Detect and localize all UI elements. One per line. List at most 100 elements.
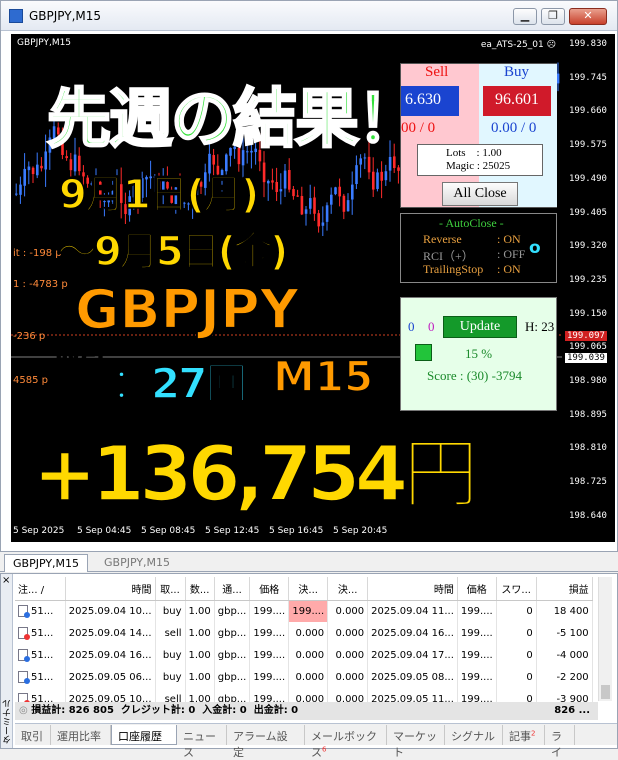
ticket-cell: 51... (15, 666, 66, 688)
score-panel: 0 0 Update H: 23 15 % Score : (30) -3794 (400, 297, 557, 411)
terminal-tab[interactable]: ライ (545, 725, 575, 759)
vertical-scrollbar[interactable] (598, 577, 612, 701)
cell-cprice: 199.... (457, 644, 497, 666)
cell-profit: 18 400 (536, 600, 593, 622)
price-tick: 199.745 (569, 72, 607, 83)
scroll-thumb[interactable] (601, 685, 610, 699)
cell-type: sell (155, 622, 186, 644)
candle-body (292, 189, 295, 197)
table-row[interactable]: 51... 2025.09.05 06... buy 1.00 gbp... 199...… (15, 666, 593, 688)
cell-swap: 0 (496, 666, 537, 688)
candle-body (342, 195, 346, 212)
col-ticket[interactable]: 注... / (15, 577, 66, 601)
time-axis[interactable]: 5 Sep 2025 5 Sep 04:45 5 Sep 08:45 5 Sep 12… (11, 522, 615, 542)
cell-swap: 0 (496, 622, 537, 644)
articles-badge: 2 (531, 729, 536, 738)
price-tick: 198.810 (569, 443, 607, 454)
candle-body (313, 197, 316, 214)
time-tick: 5 Sep 16:45 (269, 526, 324, 536)
ask-price-tag: 199.039 (565, 353, 607, 363)
cell-vol: 1.00 (185, 600, 215, 622)
trades-count-text: ：27回 (110, 358, 248, 409)
col-open-price[interactable]: 価格 (249, 577, 290, 601)
terminal-tab[interactable]: メールボックス6 (305, 725, 387, 759)
cell-time: 2025.09.04 14... (65, 622, 156, 644)
candle-body (325, 205, 329, 222)
restore-button[interactable]: ❐ (541, 8, 565, 25)
history-rows: 51... 2025.09.04 10... buy 1.00 gbp... 199...… (15, 600, 593, 710)
candle-body (304, 209, 308, 214)
candle-body (384, 171, 388, 181)
chart-tab-active[interactable]: GBPJPY,M15 (4, 554, 89, 572)
candle-body (372, 171, 375, 190)
cell-tp: 0.000 (327, 666, 369, 688)
cell-vol: 1.00 (185, 666, 215, 688)
buy-price-button[interactable]: 96.601 (483, 86, 551, 116)
close-window-button[interactable]: ✕ (569, 8, 607, 25)
candle-body (351, 184, 354, 200)
table-row[interactable]: 51... 2025.09.04 10... buy 1.00 gbp... 199...… (15, 600, 593, 622)
candle-body (271, 180, 274, 183)
col-close-time[interactable]: 時間 (367, 577, 458, 601)
history-header-row: 注... / 時間 取... 数... 通... 価格 決... 決... 時間… (15, 577, 593, 601)
autoclose-panel: - AutoClose - Reverse : ON RCI（+） : OFF … (400, 213, 557, 283)
candle-body (283, 170, 287, 189)
col-close-price[interactable]: 価格 (457, 577, 497, 601)
terminal-tab[interactable]: 取引 (15, 725, 51, 745)
col-volume[interactable]: 数... (185, 577, 215, 601)
table-row[interactable]: 51... 2025.09.04 14... sell 1.00 gbp... 199..… (15, 622, 593, 644)
buy-order-icon (18, 605, 30, 619)
price-axis[interactable]: 199.830 199.745 199.660 199.575 199.490 199.4… (562, 34, 615, 522)
col-type[interactable]: 取... (155, 577, 186, 601)
minimize-button[interactable]: ▁ (513, 8, 537, 25)
terminal-tab[interactable]: 記事2 (503, 725, 545, 745)
chart-tab[interactable]: GBPJPY,M15 (96, 554, 178, 572)
h-value-text: H: 23 (525, 319, 555, 334)
terminal-tab[interactable]: 運用比率 (51, 725, 111, 745)
terminal-close-icon[interactable]: × (2, 575, 10, 586)
col-symbol[interactable]: 通... (214, 577, 251, 601)
price-tick: 198.895 (569, 409, 607, 420)
price-tick: 199.830 (569, 39, 607, 49)
cell-sym: gbp... (214, 644, 251, 666)
cell-sl: 0.000 (288, 622, 329, 644)
ac-val-reverse: : ON (497, 232, 521, 246)
cell-ctime: 2025.09.04 11... (367, 600, 458, 622)
terminal-tab[interactable]: シグナル (445, 725, 503, 745)
col-open-time[interactable]: 時間 (65, 577, 156, 601)
profit-text: +136,754円 (32, 428, 479, 519)
cell-time: 2025.09.04 16... (65, 644, 156, 666)
sell-price-button[interactable]: 6.630 (401, 86, 459, 116)
ticket-cell: 51... (15, 622, 66, 644)
candle-body (321, 222, 325, 226)
col-swap[interactable]: スワ... (496, 577, 537, 601)
col-sl[interactable]: 決... (288, 577, 329, 601)
score-text: Score : (30) -3794 (427, 368, 522, 383)
terminal-tab[interactable]: ニュース (177, 725, 227, 759)
price-tick: 198.980 (569, 376, 607, 386)
magic-text: Magic : 25025 (446, 160, 511, 172)
terminal-tab[interactable]: アラーム設定 (227, 725, 305, 759)
update-button[interactable]: Update (443, 316, 517, 338)
sell-label: Sell (425, 64, 449, 80)
ticket-cell: 51... (15, 600, 66, 622)
cell-sl: 0.000 (288, 644, 329, 666)
terminal-tab[interactable]: マーケット (387, 725, 445, 759)
all-close-button[interactable]: All Close (442, 182, 518, 206)
bid-price-tag: 199.097 (565, 331, 607, 341)
col-tp[interactable]: 決... (327, 577, 369, 601)
cell-tp: 0.000 (327, 622, 369, 644)
ac-key-reverse: Reverse (423, 232, 462, 246)
table-row[interactable]: 51... 2025.09.04 16... buy 1.00 gbp... 199...… (15, 644, 593, 666)
candle-body (317, 213, 320, 227)
candle-body (23, 168, 26, 186)
window-titlebar[interactable]: GBPJPY,M15 ▁ ❐ ✕ (1, 1, 617, 31)
col-profit[interactable]: 損益 (536, 577, 593, 601)
level-label: 1 : -4783 p (13, 279, 68, 290)
terminal-panel: × ターミナル 注... / 時間 取... 数... 通... 価格 決...… (0, 573, 618, 759)
cell-time: 2025.09.04 10... (65, 600, 156, 622)
cell-type: buy (155, 644, 186, 666)
mailbox-badge: 6 (322, 745, 327, 754)
cell-sym: gbp... (214, 666, 251, 688)
terminal-tab[interactable]: 口座履歴 (111, 725, 177, 745)
